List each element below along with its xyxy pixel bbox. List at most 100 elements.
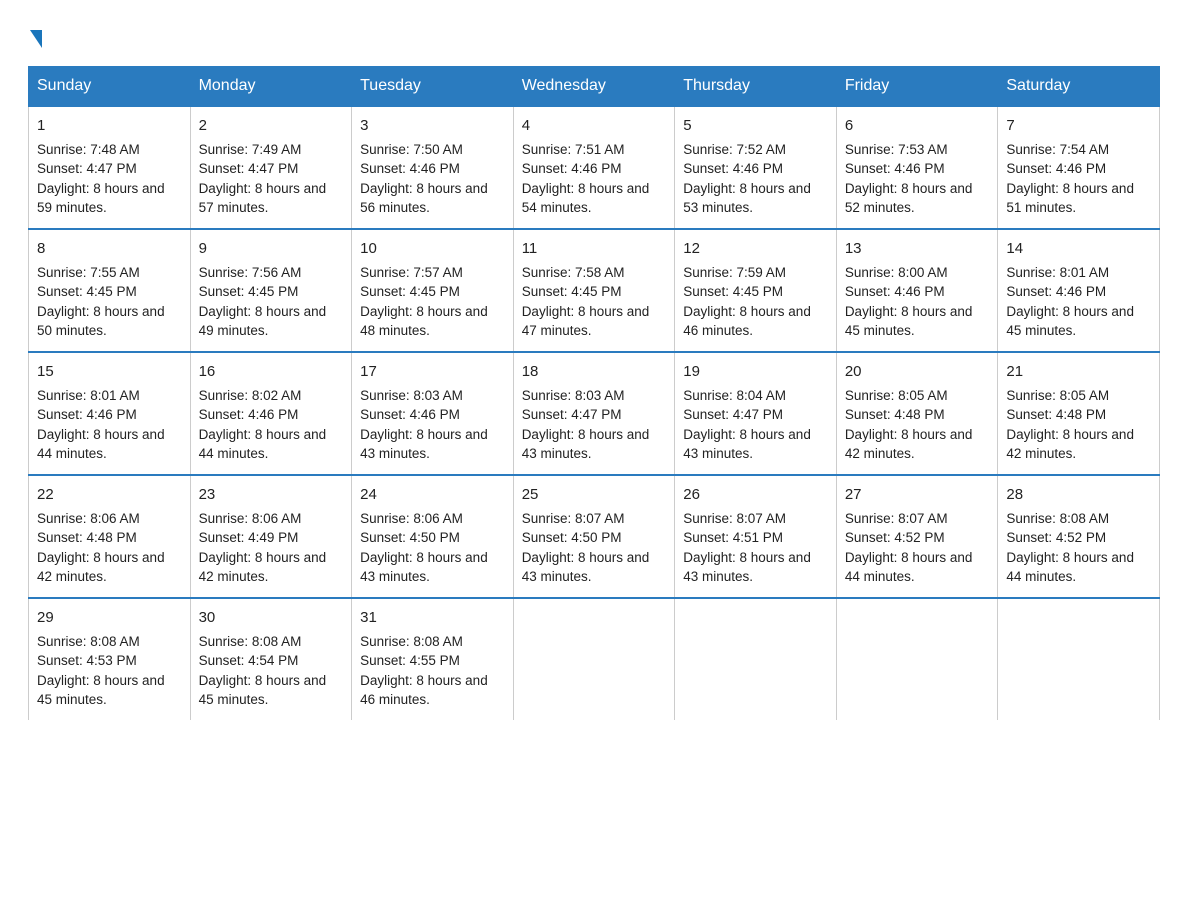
daylight-text: Daylight: 8 hours and 43 minutes. xyxy=(360,550,488,585)
sunset-text: Sunset: 4:46 PM xyxy=(1006,161,1106,176)
calendar-cell: 7Sunrise: 7:54 AMSunset: 4:46 PMDaylight… xyxy=(998,106,1160,229)
page-header xyxy=(28,24,1160,48)
calendar-cell: 14Sunrise: 8:01 AMSunset: 4:46 PMDayligh… xyxy=(998,229,1160,352)
daylight-text: Daylight: 8 hours and 43 minutes. xyxy=(360,427,488,462)
sunrise-text: Sunrise: 8:04 AM xyxy=(683,388,786,403)
sunset-text: Sunset: 4:51 PM xyxy=(683,530,783,545)
sunrise-text: Sunrise: 7:49 AM xyxy=(199,142,302,157)
calendar-cell: 15Sunrise: 8:01 AMSunset: 4:46 PMDayligh… xyxy=(29,352,191,475)
sunset-text: Sunset: 4:46 PM xyxy=(845,284,945,299)
calendar-cell: 3Sunrise: 7:50 AMSunset: 4:46 PMDaylight… xyxy=(352,106,514,229)
day-number: 4 xyxy=(522,115,667,137)
sunset-text: Sunset: 4:49 PM xyxy=(199,530,299,545)
sunrise-text: Sunrise: 7:56 AM xyxy=(199,265,302,280)
daylight-text: Daylight: 8 hours and 43 minutes. xyxy=(683,550,811,585)
calendar-cell: 25Sunrise: 8:07 AMSunset: 4:50 PMDayligh… xyxy=(513,475,675,598)
sunset-text: Sunset: 4:48 PM xyxy=(845,407,945,422)
day-number: 3 xyxy=(360,115,505,137)
day-number: 17 xyxy=(360,361,505,383)
sunrise-text: Sunrise: 8:07 AM xyxy=(845,511,948,526)
day-number: 5 xyxy=(683,115,828,137)
daylight-text: Daylight: 8 hours and 46 minutes. xyxy=(683,304,811,339)
calendar-cell: 2Sunrise: 7:49 AMSunset: 4:47 PMDaylight… xyxy=(190,106,352,229)
daylight-text: Daylight: 8 hours and 44 minutes. xyxy=(199,427,327,462)
calendar-cell: 16Sunrise: 8:02 AMSunset: 4:46 PMDayligh… xyxy=(190,352,352,475)
calendar-cell: 20Sunrise: 8:05 AMSunset: 4:48 PMDayligh… xyxy=(836,352,998,475)
daylight-text: Daylight: 8 hours and 49 minutes. xyxy=(199,304,327,339)
sunrise-text: Sunrise: 8:08 AM xyxy=(360,634,463,649)
sunset-text: Sunset: 4:45 PM xyxy=(360,284,460,299)
sunset-text: Sunset: 4:54 PM xyxy=(199,653,299,668)
day-number: 1 xyxy=(37,115,182,137)
logo-arrow-icon xyxy=(30,30,42,48)
day-number: 20 xyxy=(845,361,990,383)
sunrise-text: Sunrise: 8:06 AM xyxy=(199,511,302,526)
sunset-text: Sunset: 4:48 PM xyxy=(1006,407,1106,422)
day-number: 31 xyxy=(360,607,505,629)
daylight-text: Daylight: 8 hours and 45 minutes. xyxy=(1006,304,1134,339)
calendar-cell: 11Sunrise: 7:58 AMSunset: 4:45 PMDayligh… xyxy=(513,229,675,352)
day-number: 16 xyxy=(199,361,344,383)
daylight-text: Daylight: 8 hours and 59 minutes. xyxy=(37,181,165,216)
column-header-sunday: Sunday xyxy=(29,67,191,107)
calendar-cell: 27Sunrise: 8:07 AMSunset: 4:52 PMDayligh… xyxy=(836,475,998,598)
day-number: 21 xyxy=(1006,361,1151,383)
sunrise-text: Sunrise: 8:02 AM xyxy=(199,388,302,403)
sunset-text: Sunset: 4:47 PM xyxy=(683,407,783,422)
week-row-3: 15Sunrise: 8:01 AMSunset: 4:46 PMDayligh… xyxy=(29,352,1160,475)
logo xyxy=(28,24,42,48)
calendar-cell: 29Sunrise: 8:08 AMSunset: 4:53 PMDayligh… xyxy=(29,598,191,720)
day-number: 18 xyxy=(522,361,667,383)
sunrise-text: Sunrise: 8:08 AM xyxy=(37,634,140,649)
daylight-text: Daylight: 8 hours and 42 minutes. xyxy=(845,427,973,462)
calendar-cell: 10Sunrise: 7:57 AMSunset: 4:45 PMDayligh… xyxy=(352,229,514,352)
day-number: 2 xyxy=(199,115,344,137)
calendar-cell: 31Sunrise: 8:08 AMSunset: 4:55 PMDayligh… xyxy=(352,598,514,720)
calendar-cell: 5Sunrise: 7:52 AMSunset: 4:46 PMDaylight… xyxy=(675,106,837,229)
day-number: 26 xyxy=(683,484,828,506)
sunset-text: Sunset: 4:50 PM xyxy=(360,530,460,545)
sunrise-text: Sunrise: 7:57 AM xyxy=(360,265,463,280)
daylight-text: Daylight: 8 hours and 42 minutes. xyxy=(1006,427,1134,462)
day-number: 9 xyxy=(199,238,344,260)
sunrise-text: Sunrise: 7:51 AM xyxy=(522,142,625,157)
sunset-text: Sunset: 4:45 PM xyxy=(683,284,783,299)
calendar-cell: 26Sunrise: 8:07 AMSunset: 4:51 PMDayligh… xyxy=(675,475,837,598)
sunset-text: Sunset: 4:48 PM xyxy=(37,530,137,545)
calendar-cell: 12Sunrise: 7:59 AMSunset: 4:45 PMDayligh… xyxy=(675,229,837,352)
sunrise-text: Sunrise: 8:08 AM xyxy=(199,634,302,649)
daylight-text: Daylight: 8 hours and 44 minutes. xyxy=(1006,550,1134,585)
sunrise-text: Sunrise: 7:48 AM xyxy=(37,142,140,157)
daylight-text: Daylight: 8 hours and 42 minutes. xyxy=(37,550,165,585)
day-number: 12 xyxy=(683,238,828,260)
daylight-text: Daylight: 8 hours and 45 minutes. xyxy=(37,673,165,708)
column-header-monday: Monday xyxy=(190,67,352,107)
sunrise-text: Sunrise: 7:53 AM xyxy=(845,142,948,157)
daylight-text: Daylight: 8 hours and 50 minutes. xyxy=(37,304,165,339)
column-header-thursday: Thursday xyxy=(675,67,837,107)
daylight-text: Daylight: 8 hours and 46 minutes. xyxy=(360,673,488,708)
calendar-cell xyxy=(998,598,1160,720)
daylight-text: Daylight: 8 hours and 51 minutes. xyxy=(1006,181,1134,216)
calendar-cell: 21Sunrise: 8:05 AMSunset: 4:48 PMDayligh… xyxy=(998,352,1160,475)
sunrise-text: Sunrise: 7:58 AM xyxy=(522,265,625,280)
sunrise-text: Sunrise: 7:54 AM xyxy=(1006,142,1109,157)
sunset-text: Sunset: 4:45 PM xyxy=(37,284,137,299)
calendar-cell: 22Sunrise: 8:06 AMSunset: 4:48 PMDayligh… xyxy=(29,475,191,598)
daylight-text: Daylight: 8 hours and 45 minutes. xyxy=(199,673,327,708)
sunset-text: Sunset: 4:45 PM xyxy=(522,284,622,299)
header-row: SundayMondayTuesdayWednesdayThursdayFrid… xyxy=(29,67,1160,107)
sunrise-text: Sunrise: 8:03 AM xyxy=(360,388,463,403)
daylight-text: Daylight: 8 hours and 43 minutes. xyxy=(522,427,650,462)
calendar-cell: 6Sunrise: 7:53 AMSunset: 4:46 PMDaylight… xyxy=(836,106,998,229)
day-number: 25 xyxy=(522,484,667,506)
sunrise-text: Sunrise: 7:55 AM xyxy=(37,265,140,280)
daylight-text: Daylight: 8 hours and 52 minutes. xyxy=(845,181,973,216)
calendar-cell: 28Sunrise: 8:08 AMSunset: 4:52 PMDayligh… xyxy=(998,475,1160,598)
calendar-cell: 18Sunrise: 8:03 AMSunset: 4:47 PMDayligh… xyxy=(513,352,675,475)
calendar-cell: 9Sunrise: 7:56 AMSunset: 4:45 PMDaylight… xyxy=(190,229,352,352)
sunrise-text: Sunrise: 8:01 AM xyxy=(1006,265,1109,280)
sunset-text: Sunset: 4:46 PM xyxy=(683,161,783,176)
sunrise-text: Sunrise: 7:52 AM xyxy=(683,142,786,157)
calendar-cell: 24Sunrise: 8:06 AMSunset: 4:50 PMDayligh… xyxy=(352,475,514,598)
